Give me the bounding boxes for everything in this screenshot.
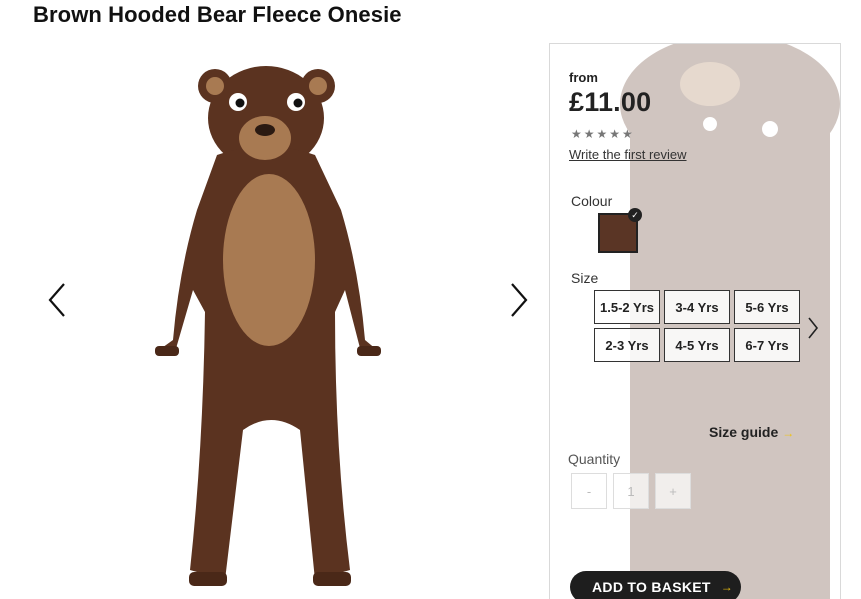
quantity-label: Quantity <box>568 451 621 467</box>
size-label: Size <box>571 270 599 286</box>
size-option[interactable]: 4-5 Yrs <box>664 328 730 362</box>
gallery-next-button[interactable] <box>504 280 534 320</box>
quantity-decrease-button[interactable]: - <box>571 473 607 509</box>
size-guide-label: Size guide <box>709 424 779 440</box>
price: £11.00 <box>569 87 652 117</box>
add-to-basket-button[interactable]: ADD TO BASKET → <box>570 571 741 599</box>
colour-label: Colour <box>571 193 613 209</box>
chevron-right-icon <box>808 317 819 339</box>
price-from-label: from <box>569 70 598 85</box>
size-next-button[interactable] <box>804 314 822 342</box>
quantity-input[interactable]: 1 <box>613 473 649 509</box>
arrow-right-icon: → <box>720 580 734 594</box>
size-option[interactable]: 1.5-2 Yrs <box>594 290 660 324</box>
write-review-link[interactable]: Write the first review <box>569 147 687 162</box>
bear-onesie-image <box>155 66 381 586</box>
size-guide-link[interactable]: Size guide → <box>709 424 794 440</box>
chevron-right-icon <box>511 283 528 317</box>
product-title: Brown Hooded Bear Fleece Onesie <box>33 2 402 27</box>
product-options-panel: from £11.00 ★★★★★ Write the first review… <box>549 43 841 599</box>
check-icon: ✓ <box>628 208 642 222</box>
gallery-prev-button[interactable] <box>42 280 72 320</box>
rating-stars: ★★★★★ <box>571 127 635 141</box>
size-option[interactable]: 5-6 Yrs <box>734 290 800 324</box>
size-options: 1.5-2 Yrs 3-4 Yrs 5-6 Yrs 2-3 Yrs 4-5 Yr… <box>594 290 800 362</box>
quantity-stepper: - 1 + <box>571 473 691 509</box>
size-option[interactable]: 2-3 Yrs <box>594 328 660 362</box>
arrow-right-icon: → <box>782 426 795 440</box>
quantity-increase-button[interactable]: + <box>655 473 691 509</box>
size-option[interactable]: 3-4 Yrs <box>664 290 730 324</box>
add-to-basket-label: ADD TO BASKET <box>592 579 711 595</box>
size-option[interactable]: 6-7 Yrs <box>734 328 800 362</box>
product-gallery <box>30 40 540 599</box>
chevron-left-icon <box>48 283 65 317</box>
